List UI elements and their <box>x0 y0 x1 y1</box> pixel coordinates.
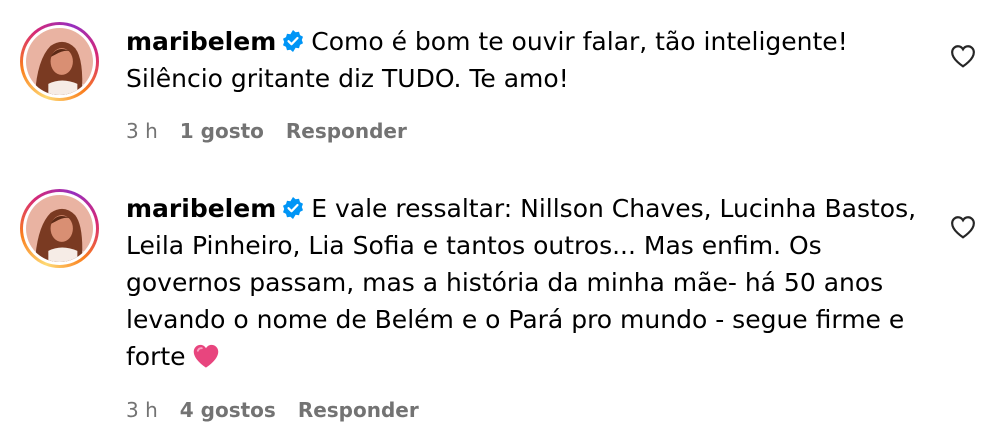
reply-button[interactable]: Responder <box>298 398 419 422</box>
reply-button[interactable]: Responder <box>286 119 407 143</box>
avatar[interactable] <box>20 22 99 101</box>
timestamp[interactable]: 3 h <box>126 398 158 422</box>
likes-count[interactable]: 4 gostos <box>180 398 276 422</box>
verified-badge-icon <box>283 197 304 219</box>
comment-meta: 3 h 4 gostos Responder <box>126 398 419 422</box>
verified-badge-icon <box>283 30 304 52</box>
profile-photo <box>26 195 93 262</box>
avatar[interactable] <box>20 189 99 268</box>
heart-outline-icon[interactable] <box>950 44 976 68</box>
pink-heart-emoji <box>193 344 218 368</box>
comment-body: maribelem E vale ressaltar: Nillson Chav… <box>126 190 926 375</box>
heart-outline-icon[interactable] <box>950 215 976 239</box>
likes-count[interactable]: 1 gosto <box>180 119 264 143</box>
username[interactable]: maribelem <box>126 194 276 223</box>
comment-body: maribelem Como é bom te ouvir falar, tão… <box>126 23 926 97</box>
username[interactable]: maribelem <box>126 27 276 56</box>
profile-photo <box>26 28 93 95</box>
comment-meta: 3 h 1 gosto Responder <box>126 119 407 143</box>
timestamp[interactable]: 3 h <box>126 119 158 143</box>
